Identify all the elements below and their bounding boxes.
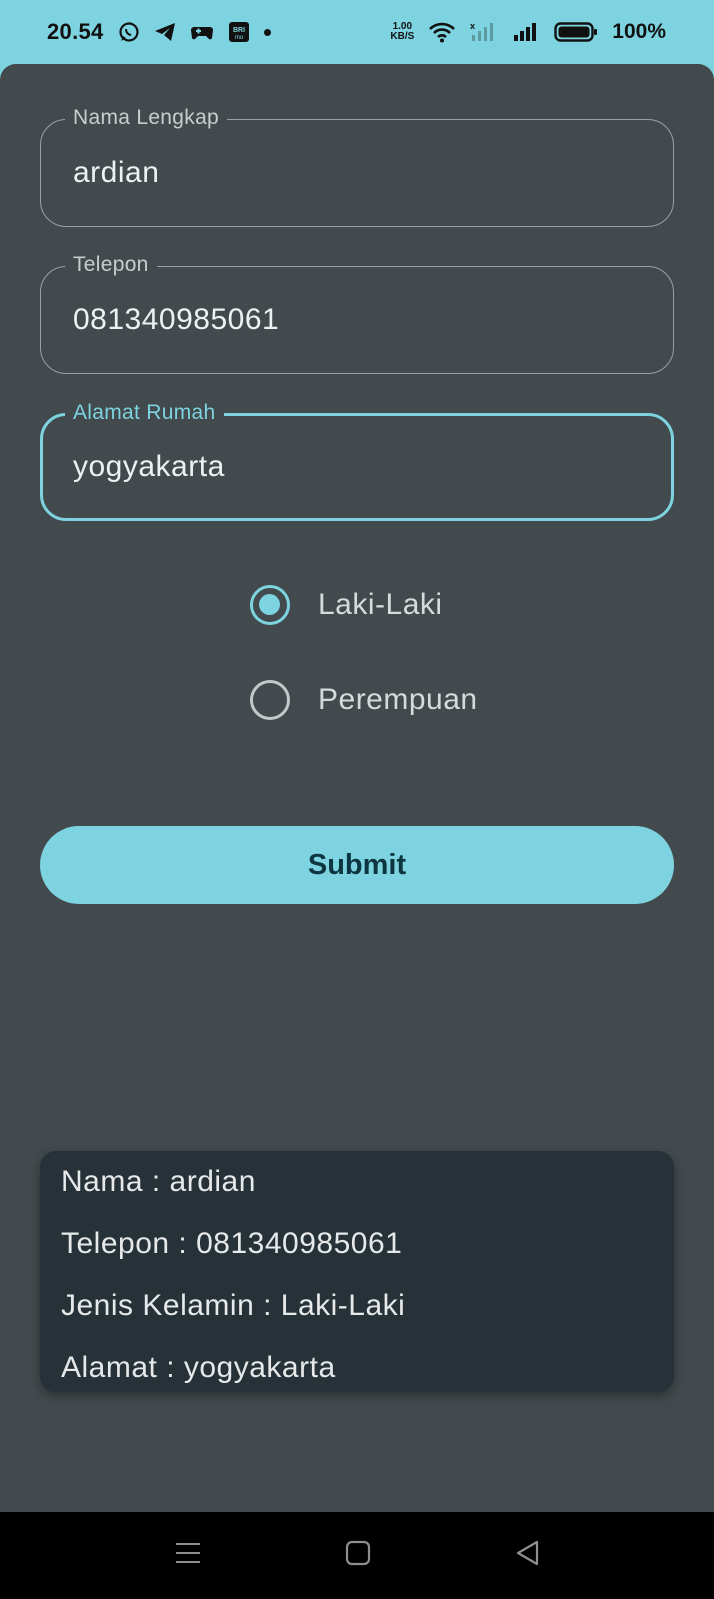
whatsapp-icon xyxy=(118,21,140,43)
address-field-value[interactable]: yogyakarta xyxy=(73,450,225,484)
address-field-label: Alamat Rumah xyxy=(65,401,224,425)
brimo-icon: BRI mo xyxy=(228,21,250,43)
name-field-value[interactable]: ardian xyxy=(73,156,159,190)
radio-option-label: Perempuan xyxy=(318,683,478,716)
result-phone: Telepon : 081340985061 xyxy=(61,1227,403,1260)
radio-option-laki-laki[interactable]: Laki-Laki xyxy=(250,585,443,625)
menu-icon[interactable] xyxy=(175,1540,201,1571)
result-address: Alamat : yogyakarta xyxy=(61,1351,336,1384)
result-gender: Jenis Kelamin : Laki-Laki xyxy=(61,1289,406,1322)
status-bar: 20.54 BRI mo 1.00 KB/S x 100% xyxy=(0,0,714,64)
radio-button-unchecked-icon[interactable] xyxy=(250,680,290,720)
submit-button[interactable]: Submit xyxy=(40,826,674,904)
svg-text:x: x xyxy=(470,21,475,31)
wifi-icon xyxy=(428,21,456,43)
status-time: 20.54 xyxy=(47,19,104,44)
status-bar-left: 20.54 BRI mo xyxy=(47,19,271,45)
game-controller-icon xyxy=(190,22,214,42)
phone-field[interactable]: Telepon 081340985061 xyxy=(40,253,674,374)
battery-percentage: 100% xyxy=(612,20,666,43)
result-card: Nama : ardian Telepon : 081340985061 Jen… xyxy=(40,1151,674,1392)
radio-button-checked-icon[interactable] xyxy=(250,585,290,625)
svg-text:mo: mo xyxy=(234,35,243,41)
network-speed-unit: KB/S xyxy=(390,31,415,42)
notification-dot-icon xyxy=(263,28,271,36)
result-name: Nama : ardian xyxy=(61,1165,256,1198)
battery-icon xyxy=(554,21,598,43)
app-content: Nama Lengkap ardian Telepon 081340985061… xyxy=(0,64,714,1512)
status-bar-right: 1.00 KB/S x 100% xyxy=(390,20,666,44)
radio-option-perempuan[interactable]: Perempuan xyxy=(250,680,478,720)
back-icon[interactable] xyxy=(515,1540,541,1571)
signal-icon xyxy=(512,21,540,43)
telegram-icon xyxy=(154,22,176,42)
name-field-label: Nama Lengkap xyxy=(65,106,228,130)
navigation-bar xyxy=(0,1512,714,1599)
name-field[interactable]: Nama Lengkap ardian xyxy=(40,106,674,227)
signal-no-sim-icon: x xyxy=(470,21,498,43)
phone-field-label: Telepon xyxy=(65,253,157,277)
network-speed: 1.00 KB/S xyxy=(390,22,414,42)
svg-text:BRI: BRI xyxy=(233,27,245,34)
address-field[interactable]: Alamat Rumah yogyakarta xyxy=(40,401,674,521)
phone-field-value[interactable]: 081340985061 xyxy=(73,303,279,337)
home-icon[interactable] xyxy=(345,1540,371,1571)
radio-option-label: Laki-Laki xyxy=(318,588,443,621)
